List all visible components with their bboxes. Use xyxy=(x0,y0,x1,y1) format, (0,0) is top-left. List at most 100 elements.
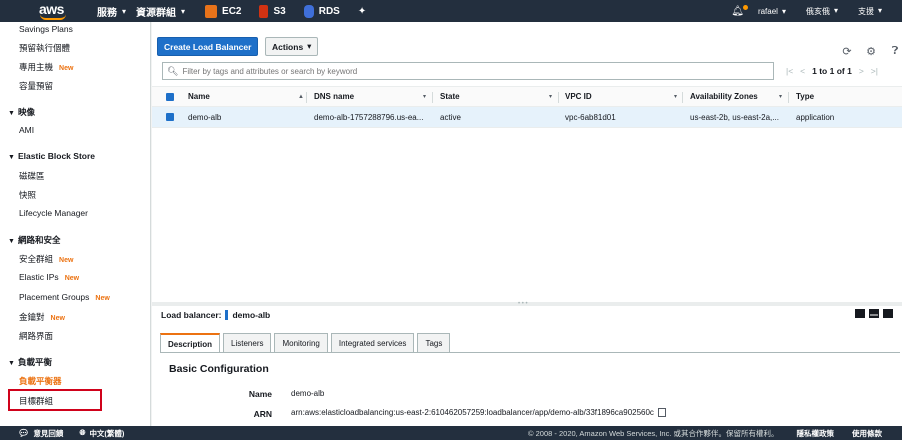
sidebar-item-key-pairs[interactable]: 金鑰對 New xyxy=(19,311,65,323)
table-row[interactable]: demo-alb demo-alb-1757288796.us-ea... ac… xyxy=(152,107,902,128)
new-badge: New xyxy=(64,275,80,282)
column-header-type[interactable]: Type xyxy=(796,92,814,101)
sidebar-item-placement-groups[interactable]: Placement Groups New xyxy=(19,292,110,302)
last-page-icon[interactable]: >| xyxy=(871,66,878,76)
tab-tags[interactable]: Tags xyxy=(417,333,451,353)
toolbar: Create Load Balancer Actions ▾ ⟳ ⚙ ❓︎ xyxy=(152,22,902,60)
tab-monitoring[interactable]: Monitoring xyxy=(274,333,328,353)
tab-listeners[interactable]: Listeners xyxy=(223,333,272,353)
shortcut-label: EC2 xyxy=(222,5,242,17)
feedback-link[interactable]: 💬︎ 意見回饋 xyxy=(18,428,63,439)
footer: 💬︎ 意見回饋 🌐︎ 中文(繁體) © 2008 - 2020, Amazon … xyxy=(0,426,902,440)
ec2-icon xyxy=(205,4,218,18)
notification-dot xyxy=(742,4,748,10)
create-load-balancer-button[interactable]: Create Load Balancer xyxy=(157,37,259,56)
caret-down-icon: ▼ xyxy=(8,360,15,367)
details-tabs: Description Listeners Monitoring Integra… xyxy=(160,333,451,353)
shortcut-ec2[interactable]: EC2 xyxy=(205,4,242,18)
speech-bubble-icon: 💬︎ xyxy=(18,427,30,438)
sidebar-section-label: 映像 xyxy=(18,107,36,117)
cell-dns: demo-alb-1757288796.us-ea... xyxy=(314,112,424,122)
sidebar-item-label: 網路界面 xyxy=(19,331,54,341)
column-header-name[interactable]: Name xyxy=(188,92,210,101)
sort-icon[interactable]: ▾ xyxy=(423,93,426,100)
sidebar-item-security-groups[interactable]: 安全群組 New xyxy=(19,253,73,265)
search-box[interactable]: 🔍︎ xyxy=(162,62,774,80)
sidebar-item-network-interfaces[interactable]: 網路界面 xyxy=(19,330,53,342)
select-all-checkbox[interactable] xyxy=(166,92,174,101)
services-label: 服務 xyxy=(97,7,117,19)
copy-icon[interactable] xyxy=(657,408,666,418)
sidebar-section-images[interactable]: ▼ 映像 xyxy=(8,106,35,118)
sort-icon[interactable]: ▾ xyxy=(779,93,782,100)
column-header-dns[interactable]: DNS name xyxy=(314,92,354,101)
sidebar-item-lifecycle-manager[interactable]: Lifecycle Manager xyxy=(19,208,88,218)
shortcut-label: RDS xyxy=(318,5,340,17)
sidebar-item-label: 安全群組 xyxy=(19,254,54,264)
details-label: Load balancer: xyxy=(161,310,222,320)
sidebar-item-savings-plans[interactable]: Savings Plans xyxy=(19,24,73,34)
shortcut-s3[interactable]: S3 xyxy=(259,4,286,18)
services-menu[interactable]: 服務 ▾ xyxy=(97,4,126,19)
tab-integrated-services[interactable]: Integrated services xyxy=(330,333,415,353)
highlight-box xyxy=(8,389,102,411)
chevron-down-icon: ▾ xyxy=(122,6,127,16)
sidebar-item-snapshots[interactable]: 快照 xyxy=(19,189,36,201)
actions-button[interactable]: Actions ▾ xyxy=(265,37,319,56)
sidebar-item-dedicated-hosts[interactable]: 專用主機 New xyxy=(19,61,73,73)
terms-link[interactable]: 使用條款 xyxy=(852,428,882,439)
load-balancer-table: Name ▲ DNS name ▾ State ▾ VPC ID ▾ Avail… xyxy=(152,86,902,128)
drag-handle-icon[interactable]: • • • xyxy=(518,301,528,307)
sidebar-section-load-balancing[interactable]: ▼ 負載平衡 xyxy=(8,356,52,368)
sidebar-section-network-security[interactable]: ▼ 網路和安全 xyxy=(8,234,61,246)
tab-description[interactable]: Description xyxy=(160,333,221,353)
section-title: Basic Configuration xyxy=(169,363,269,375)
first-page-icon[interactable]: |< xyxy=(786,66,793,76)
sort-ascending-icon[interactable]: ▲ xyxy=(298,94,304,100)
sidebar: Savings Plans 預留執行個體 專用主機 New 容量預留 ▼ 映像 AM… xyxy=(0,22,151,426)
prev-page-icon[interactable]: < xyxy=(800,66,805,76)
sort-icon[interactable]: ▾ xyxy=(549,93,552,100)
region-menu[interactable]: 俄亥俄 ▾ xyxy=(806,6,838,17)
tab-divider xyxy=(160,352,900,353)
toolbar-icons: ⟳ ⚙ ❓︎ xyxy=(840,45,902,58)
bell-icon[interactable]: 🔔︎ xyxy=(731,4,748,17)
privacy-link[interactable]: 隱私權政策 xyxy=(797,428,835,439)
sidebar-section-ebs[interactable]: ▼ Elastic Block Store xyxy=(8,151,95,161)
new-badge: New xyxy=(50,315,65,322)
caret-down-icon: ▼ xyxy=(8,110,15,117)
gear-icon[interactable]: ⚙ xyxy=(864,45,878,58)
layout-full-icon[interactable] xyxy=(883,309,893,318)
sidebar-item-ami[interactable]: AMI xyxy=(19,125,34,135)
sidebar-section-label: 負載平衡 xyxy=(18,357,53,367)
user-menu[interactable]: rafael ▾ xyxy=(758,7,786,16)
chevron-down-icon: ▾ xyxy=(181,6,186,16)
aws-logo[interactable]: aws xyxy=(37,0,75,22)
column-header-vpc[interactable]: VPC ID xyxy=(565,92,592,101)
language-selector[interactable]: 🌐︎ 中文(繁體) xyxy=(79,428,124,439)
sidebar-item-load-balancers[interactable]: 負載平衡器 xyxy=(19,375,62,387)
sidebar-item-elastic-ips[interactable]: Elastic IPs New xyxy=(19,272,79,282)
field-value-arn-wrap: arn:aws:elasticloadbalancing:us-east-2:6… xyxy=(291,408,666,418)
layout-split-icon[interactable] xyxy=(869,309,879,318)
shortcut-rds[interactable]: RDS xyxy=(303,4,340,18)
user-name: rafael xyxy=(757,6,778,16)
search-input[interactable] xyxy=(182,66,763,76)
refresh-icon[interactable]: ⟳ xyxy=(840,45,854,58)
help-icon[interactable]: ❓︎ xyxy=(888,45,902,58)
footer-links: © 2008 - 2020, Amazon Web Services, Inc.… xyxy=(528,428,882,439)
sidebar-item-capacity-reservations[interactable]: 容量預留 xyxy=(19,80,53,92)
sidebar-item-volumes[interactable]: 磁碟區 xyxy=(19,170,45,182)
row-checkbox[interactable] xyxy=(166,113,174,121)
column-header-state[interactable]: State xyxy=(440,92,460,101)
top-navigation: aws 服務 ▾ 資源群組 ▾ EC2 S3 RDS ✦ 🔔︎ rafael ▾… xyxy=(0,0,902,22)
sidebar-item-reserved-instances[interactable]: 預留執行個體 xyxy=(19,42,70,54)
panel-splitter[interactable]: • • • xyxy=(152,301,902,307)
pin-icon[interactable]: ✦ xyxy=(358,6,366,17)
resource-groups-menu[interactable]: 資源群組 ▾ xyxy=(136,4,185,19)
support-menu[interactable]: 支援 ▾ xyxy=(858,6,882,17)
layout-bottom-icon[interactable] xyxy=(855,309,865,318)
sort-icon[interactable]: ▾ xyxy=(674,93,677,100)
next-page-icon[interactable]: > xyxy=(859,66,864,76)
column-header-az[interactable]: Availability Zones xyxy=(690,92,758,101)
